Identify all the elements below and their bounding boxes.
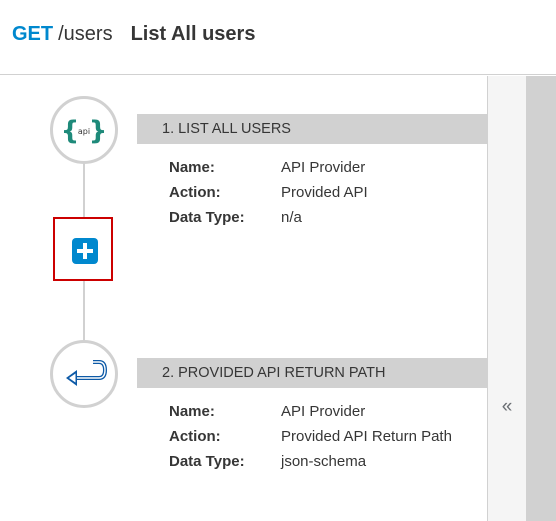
property-label: Action:	[169, 428, 221, 445]
svg-text:}: }	[89, 116, 108, 146]
property-value: json-schema	[281, 453, 367, 470]
plus-icon[interactable]	[72, 238, 98, 264]
step-title: 2. PROVIDED API RETURN PATH	[162, 365, 386, 381]
property-value: API Provider	[281, 403, 366, 420]
flow-connector-line	[83, 280, 85, 343]
api-icon-label: api	[78, 127, 90, 136]
property-value: n/a	[281, 209, 302, 226]
api-braces-icon: { } api	[61, 116, 108, 146]
step-node-start[interactable]: { } api	[50, 96, 118, 164]
return-arrow-icon	[66, 360, 108, 386]
step-header[interactable]: 1. LIST ALL USERS	[137, 114, 487, 144]
step-property-row: Name: API Provider	[169, 158, 365, 178]
side-panel-edge	[526, 76, 556, 521]
property-label: Action:	[169, 184, 221, 201]
page-title: List All users	[130, 23, 256, 45]
property-label: Name:	[169, 159, 215, 176]
property-label: Name:	[169, 403, 215, 420]
double-chevron-left-icon[interactable]: «	[498, 394, 516, 420]
step-node-end[interactable]	[50, 340, 118, 408]
add-step-highlight	[53, 217, 113, 281]
endpoint-path: /users	[58, 23, 113, 45]
step-property-row: Action: Provided API Return Path	[169, 427, 452, 447]
step-header[interactable]: 2. PROVIDED API RETURN PATH	[137, 358, 487, 388]
integration-editor: GET/users List All users { } api 1. LIST…	[0, 0, 556, 521]
side-panel-toggle-strip[interactable]	[487, 76, 526, 521]
property-label: Data Type:	[169, 453, 245, 470]
http-method: GET	[12, 23, 54, 45]
page-heading: GET/users List All users	[12, 19, 255, 49]
flow-connector-line	[83, 160, 85, 218]
step-property-row: Action: Provided API	[169, 183, 368, 203]
page-header: GET/users List All users	[0, 0, 556, 75]
svg-text:{: {	[61, 116, 80, 146]
property-value: Provided API Return Path	[281, 428, 452, 445]
step-property-row: Data Type: n/a	[169, 208, 302, 228]
step-property-row: Name: API Provider	[169, 402, 365, 422]
property-label: Data Type:	[169, 209, 245, 226]
step-property-row: Data Type: json-schema	[169, 452, 366, 472]
step-title: 1. LIST ALL USERS	[162, 121, 291, 137]
property-value: Provided API	[281, 184, 368, 201]
property-value: API Provider	[281, 159, 366, 176]
